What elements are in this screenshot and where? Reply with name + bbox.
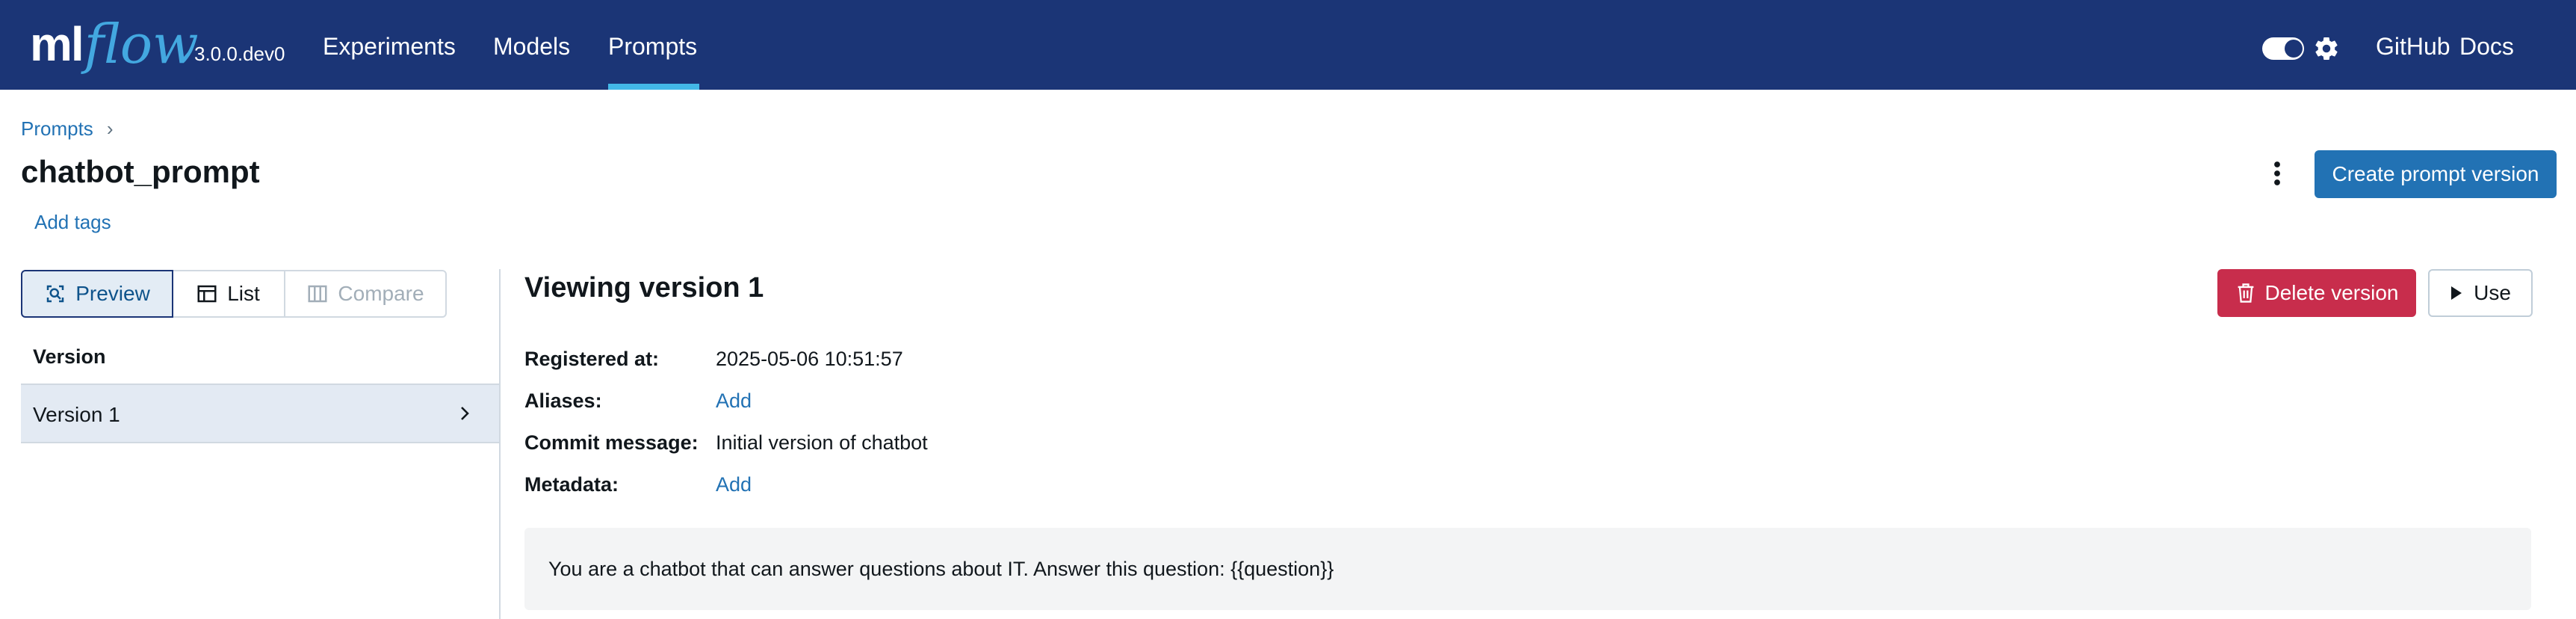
nav-models[interactable]: Models	[493, 33, 570, 61]
nav-active-indicator	[608, 84, 699, 90]
add-alias-link[interactable]: Add	[716, 389, 752, 413]
version-label: 3.0.0.dev0	[194, 43, 285, 65]
page-title: chatbot_prompt	[21, 154, 260, 189]
add-metadata-link[interactable]: Add	[716, 473, 752, 496]
breadcrumb-separator: ›	[106, 117, 114, 140]
kebab-vertical-icon[interactable]	[2268, 160, 2286, 187]
nav-experiments[interactable]: Experiments	[323, 33, 456, 61]
logo-flow-text: flow	[84, 13, 199, 76]
top-nav-bar: ml flow 3.0.0.dev0 Experiments Models Pro…	[0, 0, 2576, 90]
mode-list-label: List	[227, 282, 260, 305]
mode-list-button[interactable]: List	[172, 270, 285, 318]
mode-preview-button[interactable]: Preview	[21, 270, 173, 318]
mode-compare-label: Compare	[338, 282, 424, 305]
version-list-item[interactable]: Version 1	[21, 384, 499, 443]
commit-message-label: Commit message:	[524, 431, 699, 454]
use-button[interactable]: Use	[2428, 269, 2533, 317]
commit-message-value: Initial version of chatbot	[716, 431, 928, 454]
version-column-header: Version	[33, 345, 106, 368]
magnify-doc-icon	[46, 285, 64, 303]
columns-icon	[308, 285, 327, 303]
delete-version-button[interactable]: Delete version	[2217, 269, 2416, 317]
gear-icon[interactable]	[2313, 35, 2340, 62]
toggle-knob	[2285, 40, 2303, 58]
logo-ml-text: ml	[30, 17, 84, 71]
play-icon	[2451, 286, 2462, 300]
mode-compare-button[interactable]: Compare	[284, 270, 447, 318]
add-tags-link[interactable]: Add tags	[34, 211, 111, 234]
viewing-version-title: Viewing version 1	[524, 272, 764, 304]
panel-divider	[499, 269, 501, 619]
use-label: Use	[2474, 281, 2511, 304]
prompt-template-box: You are a chatbot that can answer questi…	[524, 528, 2531, 610]
aliases-label: Aliases:	[524, 389, 602, 412]
mlflow-logo[interactable]: ml flow	[30, 10, 199, 78]
mode-preview-label: Preview	[75, 282, 150, 305]
theme-toggle[interactable]	[2262, 37, 2304, 60]
registered-at-value: 2025-05-06 10:51:57	[716, 348, 903, 370]
breadcrumb: Prompts ›	[21, 117, 113, 141]
github-link[interactable]: GitHub	[2376, 33, 2450, 61]
metadata-label: Metadata:	[524, 473, 619, 496]
version-item-label: Version 1	[33, 403, 120, 426]
delete-version-label: Delete version	[2264, 281, 2399, 304]
registered-at-label: Registered at:	[524, 348, 660, 370]
create-prompt-version-button[interactable]: Create prompt version	[2315, 150, 2557, 198]
nav-prompts[interactable]: Prompts	[608, 33, 697, 61]
breadcrumb-prompts-link[interactable]: Prompts	[21, 117, 93, 141]
prompt-template-text: You are a chatbot that can answer questi…	[548, 558, 1334, 580]
docs-link[interactable]: Docs	[2459, 33, 2514, 61]
table-icon	[197, 285, 217, 303]
chevron-right-icon	[461, 407, 469, 420]
trash-icon	[2238, 283, 2253, 303]
